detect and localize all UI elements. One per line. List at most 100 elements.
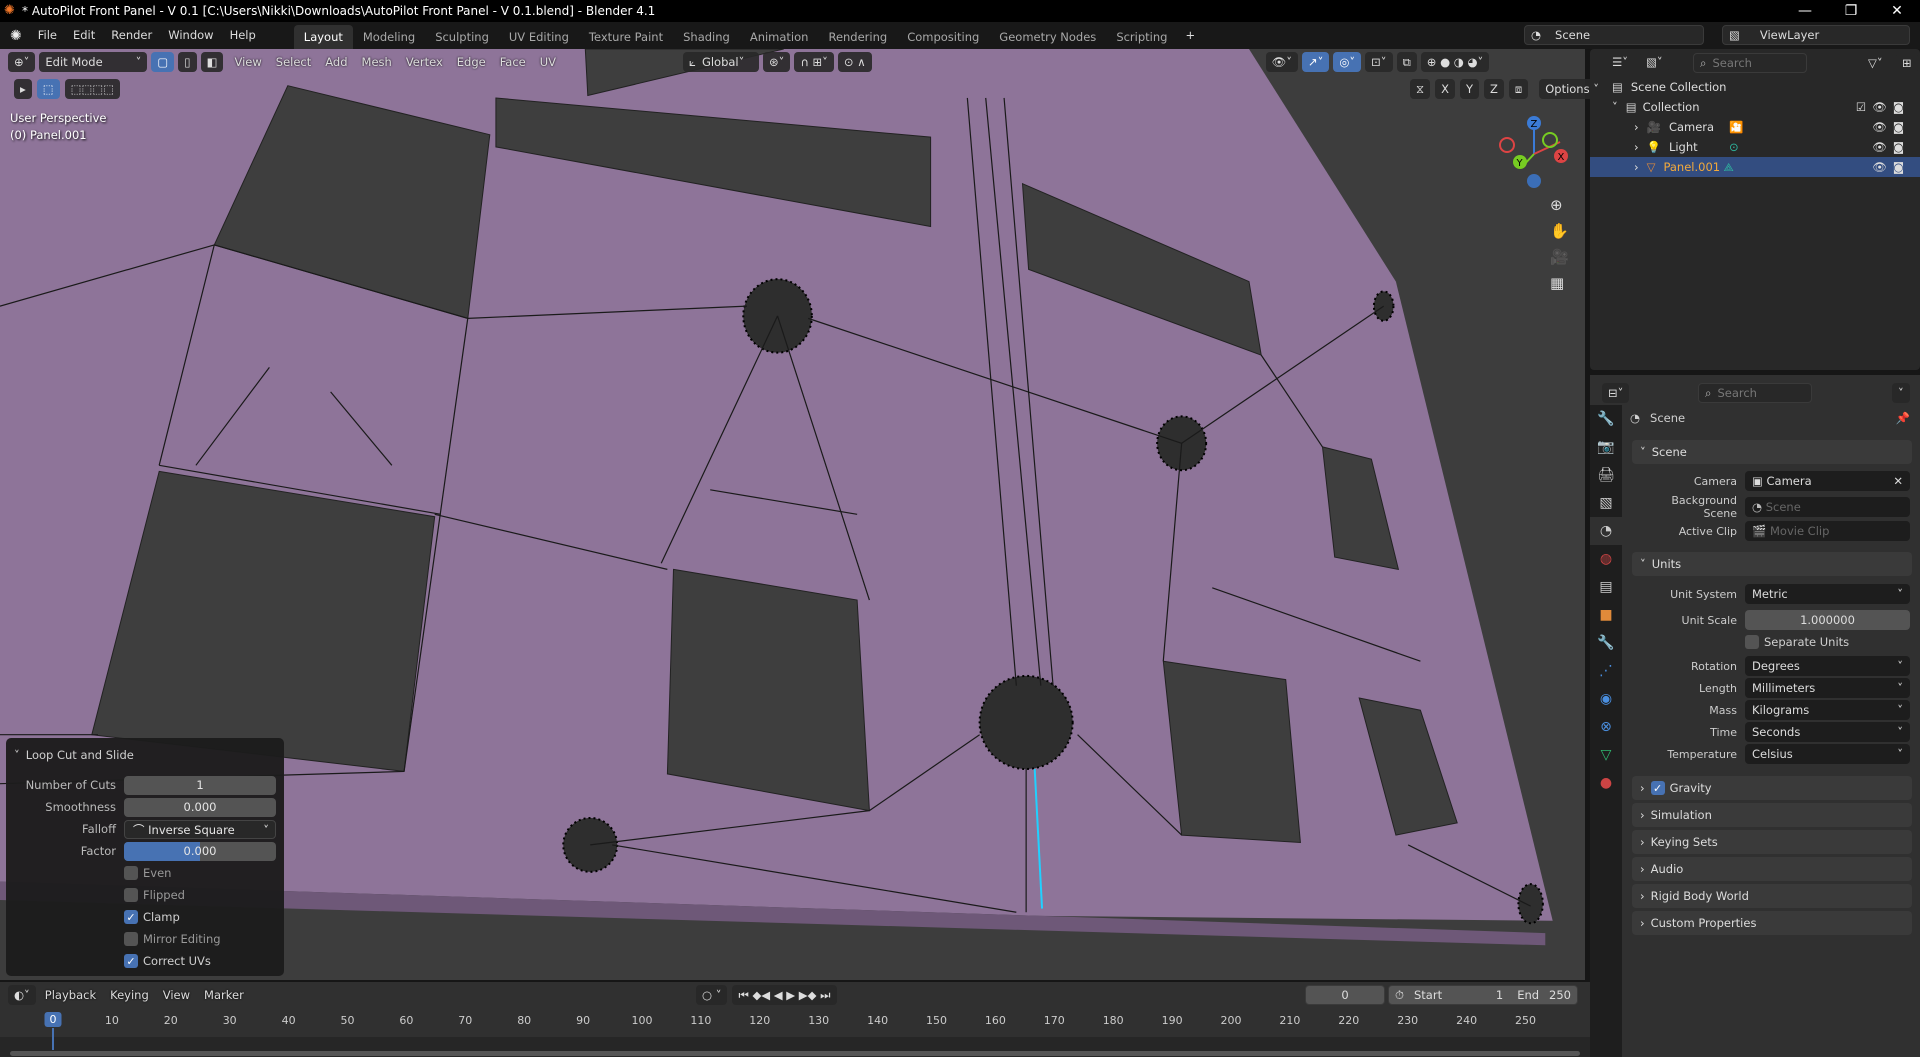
display-mode-button[interactable]: ☰˅ — [1606, 52, 1635, 72]
object-icon[interactable]: ■ — [1590, 601, 1622, 629]
visibility-controls[interactable]: 👁◙ — [1872, 140, 1910, 154]
pivot-point-button[interactable]: ⊛˅ — [763, 52, 791, 72]
filter-button[interactable]: ▽˅ — [1862, 53, 1889, 73]
clear-icon[interactable]: ✕ — [1893, 474, 1903, 488]
properties-options-button[interactable]: ˅ — [1892, 383, 1910, 403]
xray-button[interactable]: ⧉ — [1396, 52, 1417, 72]
gizmo-toggle-button[interactable]: ↗˅ — [1301, 52, 1330, 72]
add-workspace-button[interactable]: + — [1177, 22, 1203, 49]
viewport-menu-edge[interactable]: Edge — [450, 55, 493, 69]
mirror-z-toggle[interactable]: Z — [1484, 79, 1504, 99]
audio-panel-header[interactable]: › Audio — [1632, 857, 1912, 881]
vertex-select-button[interactable]: ▢ — [151, 52, 175, 72]
outliner-item-camera[interactable]: › 🎥 Camera 🎦 👁◙ — [1590, 117, 1920, 137]
checkbox[interactable] — [124, 932, 138, 946]
keying-sets-panel-header[interactable]: › Keying Sets — [1632, 830, 1912, 854]
properties-editor-type-button[interactable]: ⊟˅ — [1602, 383, 1630, 403]
outliner-item-light[interactable]: › 💡 Light ⊙ 👁◙ — [1590, 137, 1920, 157]
camera-field[interactable]: ▣ Camera ✕ — [1745, 471, 1910, 491]
zoom-icon[interactable]: ⊕ — [1550, 196, 1569, 214]
units-panel-header[interactable]: ˅ Units — [1632, 552, 1912, 576]
unit-system-dropdown[interactable]: Metric ˅ — [1745, 584, 1910, 604]
pin-icon[interactable]: 📌 — [1896, 411, 1910, 425]
checkbox[interactable] — [124, 888, 138, 902]
viewport-menu-mesh[interactable]: Mesh — [355, 55, 399, 69]
auto-keying-button[interactable]: ○ ˅ — [696, 985, 728, 1005]
ortho-grid-icon[interactable]: ▦ — [1550, 274, 1569, 292]
properties-search-input[interactable]: ⌕ Search — [1698, 383, 1812, 403]
option-flipped[interactable]: Flipped — [14, 884, 276, 906]
filter-view-button[interactable]: ▧˅ — [1640, 52, 1669, 72]
material-icon[interactable]: ● — [1590, 769, 1622, 797]
mirror-x-toggle[interactable]: X — [1435, 79, 1455, 99]
factor-slider[interactable]: 0.000 — [124, 841, 276, 861]
close-button[interactable]: ✕ — [1874, 0, 1920, 22]
timeline-menu-view[interactable]: View — [156, 988, 197, 1002]
camera-view-icon[interactable]: 🎥 — [1550, 248, 1569, 266]
tab-shading[interactable]: Shading — [673, 25, 740, 49]
visibility-controls[interactable]: 👁◙ — [1872, 160, 1910, 174]
option-clamp[interactable]: ✓ Clamp — [14, 906, 276, 928]
menu-edit[interactable]: Edit — [65, 22, 103, 49]
visibility-button[interactable]: 👁˅ — [1265, 52, 1298, 72]
scene-panel-header[interactable]: ˅ Scene — [1632, 440, 1912, 464]
option-correct-uvs[interactable]: ✓ Correct UVs — [14, 950, 276, 972]
menu-help[interactable]: Help — [222, 22, 264, 49]
playback-controls[interactable]: ⏮ ◆◀ ◀ ▶ ▶◆ ⏭ — [732, 985, 837, 1005]
menu-file[interactable]: File — [30, 22, 65, 49]
viewport-menu-select[interactable]: Select — [269, 55, 318, 69]
face-select-button[interactable]: ◧ — [200, 52, 224, 72]
select-tool-icon[interactable]: ▸ — [14, 79, 32, 99]
mass-dropdown[interactable]: Kilograms ˅ — [1745, 700, 1910, 720]
tab-compositing[interactable]: Compositing — [897, 25, 989, 49]
render-icon[interactable]: 📷 — [1590, 433, 1622, 461]
option-even[interactable]: Even — [14, 862, 276, 884]
expand-arrow-icon[interactable]: › — [1634, 120, 1639, 134]
length-dropdown[interactable]: Millimeters ˅ — [1745, 678, 1910, 698]
auto-merge-icon[interactable]: ⧈ — [1508, 79, 1529, 99]
particles-icon[interactable]: ⋰ — [1590, 657, 1622, 685]
select-mode-new-icon[interactable]: ⬚ — [36, 79, 60, 99]
timeline-menu-playback[interactable]: Playback — [38, 988, 103, 1002]
shading-modes[interactable]: ⊕ ● ◑ ◕˅ — [1420, 52, 1490, 72]
option-mirror-editing[interactable]: Mirror Editing — [14, 928, 276, 950]
active-clip-field[interactable]: 🎬 Movie Clip — [1745, 521, 1910, 541]
orientation-selector[interactable]: ⟀ Global ˅ — [683, 52, 760, 72]
snap-button[interactable]: ∩ ⊞˅ — [794, 52, 834, 72]
proportional-edit-button[interactable]: ⊙ ∧ — [837, 52, 872, 72]
blender-menu-icon[interactable]: ✺ — [0, 28, 30, 44]
timeline-menu-marker[interactable]: Marker — [197, 988, 251, 1002]
overlay-toggle-button[interactable]: ◎˅ — [1333, 52, 1362, 72]
time-dropdown[interactable]: Seconds ˅ — [1745, 722, 1910, 742]
tab-sculpting[interactable]: Sculpting — [425, 25, 499, 49]
frame-range[interactable]: ⏱ Start 1 End 250 — [1388, 985, 1578, 1005]
edge-select-button[interactable]: ▯ — [178, 52, 197, 72]
playhead[interactable] — [52, 1028, 54, 1050]
gravity-checkbox[interactable]: ✓ — [1650, 781, 1665, 795]
expand-arrow-icon[interactable]: › — [1634, 160, 1639, 174]
tab-layout[interactable]: Layout — [293, 25, 353, 49]
checkbox[interactable]: ✓ — [124, 954, 138, 968]
expand-arrow-icon[interactable]: › — [1634, 140, 1639, 154]
constraints-icon[interactable]: ⊗ — [1590, 713, 1622, 741]
options-button[interactable]: Options ˅ — [1539, 79, 1605, 99]
physics-icon[interactable]: ◉ — [1590, 685, 1622, 713]
falloff-dropdown[interactable]: ⌒ Inverse Square ˅ — [124, 819, 276, 839]
view-layer-selector[interactable]: ▧ ViewLayer — [1722, 25, 1910, 45]
temperature-dropdown[interactable]: Celsius ˅ — [1745, 744, 1910, 764]
rotation-dropdown[interactable]: Degrees ˅ — [1745, 656, 1910, 676]
tab-texture-paint[interactable]: Texture Paint — [579, 25, 673, 49]
outliner-item-panel.001[interactable]: › ▽ Panel.001 ⟁ 👁◙ — [1590, 157, 1920, 177]
view-layer-icon[interactable]: ▧ — [1590, 489, 1622, 517]
mirror-y-toggle[interactable]: Y — [1459, 79, 1479, 99]
checkbox[interactable] — [124, 866, 138, 880]
mode-selector[interactable]: Edit Mode ˅ — [39, 52, 148, 72]
gravity-panel-header[interactable]: › ✓ Gravity — [1632, 776, 1912, 800]
separate-units-checkbox[interactable] — [1745, 635, 1759, 649]
tab-uv-editing[interactable]: UV Editing — [499, 25, 579, 49]
modifier-icon[interactable]: 🔧 — [1590, 629, 1622, 657]
viewport-menu-uv[interactable]: UV — [533, 55, 563, 69]
scene-selector[interactable]: ◔ Scene — [1524, 25, 1704, 45]
tab-animation[interactable]: Animation — [740, 25, 819, 49]
tab-rendering[interactable]: Rendering — [818, 25, 897, 49]
